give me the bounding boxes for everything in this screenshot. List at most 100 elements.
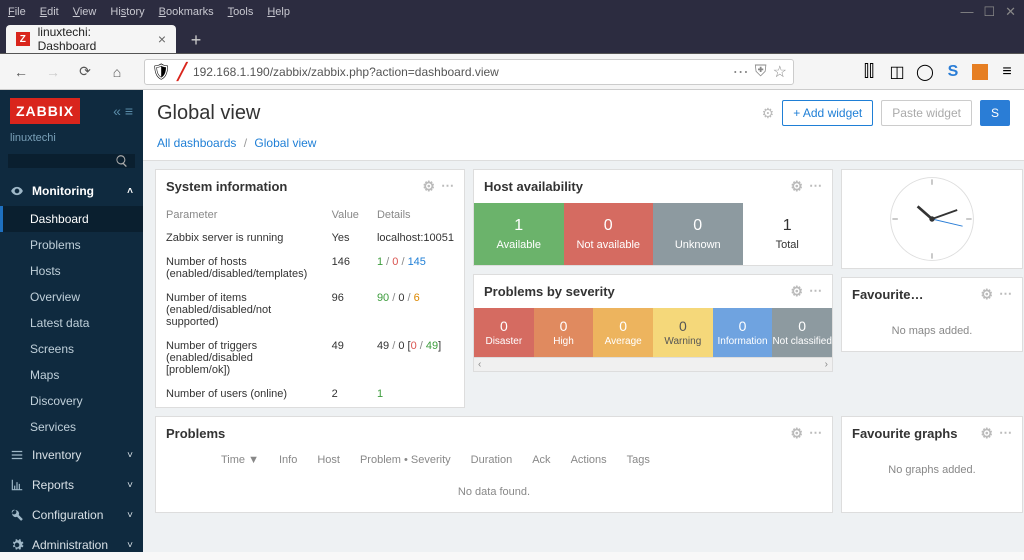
col-header[interactable]: Tags bbox=[627, 454, 650, 466]
col-header[interactable]: Duration bbox=[471, 454, 513, 466]
widget-gear-icon[interactable]: ⚙ bbox=[790, 425, 803, 442]
widget-problems: Problems ⚙ ⋯ Time ▼ Info Host Problem • Seve… bbox=[155, 416, 833, 513]
content: Global view ⚙ + Add widget Paste widget … bbox=[143, 90, 1024, 552]
sidebar-toggle-icon[interactable]: ◫ bbox=[888, 63, 906, 81]
widget-gear-icon[interactable]: ⚙ bbox=[790, 283, 803, 300]
dashboard-settings-icon[interactable]: ⚙ bbox=[762, 105, 775, 122]
reader-icon[interactable]: ⛨ bbox=[755, 63, 767, 81]
home-button[interactable]: ⌂ bbox=[104, 59, 130, 85]
search-icon bbox=[115, 154, 129, 168]
sidebar-section-configuration[interactable]: Configuration ˅ bbox=[0, 500, 143, 530]
sidebar-item-hosts[interactable]: Hosts bbox=[0, 258, 143, 284]
widget-problems-by-severity: Problems by severity ⚙⋯ 0Disaster0High0A… bbox=[473, 274, 833, 372]
menu-help[interactable]: Help bbox=[267, 6, 290, 18]
widget-more-icon[interactable]: ⋯ bbox=[809, 425, 822, 442]
table-row: Number of items (enabled/disabled/not su… bbox=[158, 287, 462, 333]
collapse-sidebar-icon[interactable]: « ≡ bbox=[113, 103, 133, 119]
account-icon[interactable]: ◯ bbox=[916, 63, 934, 81]
gear-icon bbox=[10, 538, 24, 552]
sidebar-item-services[interactable]: Services bbox=[0, 414, 143, 440]
sidebar-item-latest-data[interactable]: Latest data bbox=[0, 310, 143, 336]
widget-clock bbox=[841, 169, 1023, 269]
widget-title: Host availability bbox=[484, 179, 583, 194]
empty-text: No graphs added. bbox=[842, 450, 1022, 490]
sidebar-item-overview[interactable]: Overview bbox=[0, 284, 143, 310]
widget-gear-icon[interactable]: ⚙ bbox=[980, 425, 993, 442]
widget-title: Problems by severity bbox=[484, 284, 615, 299]
menu-history[interactable]: History bbox=[110, 6, 144, 18]
os-titlebar: File Edit View History Bookmarks Tools H… bbox=[0, 0, 1024, 24]
library-icon[interactable]: ⫿⫿ bbox=[860, 63, 878, 81]
page-title: Global view bbox=[157, 102, 260, 125]
sidebar-section-reports[interactable]: Reports ˅ bbox=[0, 470, 143, 500]
sidebar: ZABBIX « ≡ linuxtechi Monitoring ˄ Dashb… bbox=[0, 90, 143, 552]
ext1-icon[interactable]: S bbox=[944, 63, 962, 81]
col-header[interactable]: Actions bbox=[571, 454, 607, 466]
widget-title: Favourite… bbox=[852, 287, 924, 302]
search-input[interactable] bbox=[8, 154, 135, 168]
widget-more-icon[interactable]: ⋯ bbox=[999, 286, 1012, 303]
reload-button[interactable]: ⟳ bbox=[72, 59, 98, 85]
avail-cell: 1Available bbox=[474, 203, 564, 265]
breadcrumb: All dashboards / Global view bbox=[143, 130, 1024, 161]
minimize-icon[interactable]: — bbox=[960, 4, 973, 20]
widget-more-icon[interactable]: ⋯ bbox=[809, 283, 822, 300]
save-button[interactable]: S bbox=[980, 100, 1010, 126]
chevron-down-icon: ˅ bbox=[127, 540, 133, 551]
bookmark-icon[interactable]: ☆ bbox=[773, 62, 787, 82]
widget-title: Problems bbox=[166, 426, 225, 441]
back-button[interactable]: ← bbox=[8, 59, 34, 85]
ext2-icon[interactable] bbox=[972, 64, 988, 80]
widget-gear-icon[interactable]: ⚙ bbox=[790, 178, 803, 195]
severity-cell: 0Disaster bbox=[474, 308, 534, 357]
breadcrumb-current[interactable]: Global view bbox=[254, 136, 316, 150]
close-icon[interactable]: ✕ bbox=[1005, 4, 1016, 20]
sidebar-item-dashboard[interactable]: Dashboard bbox=[0, 206, 143, 232]
chevron-up-icon: ˄ bbox=[127, 186, 133, 197]
tab-title: linuxtechi: Dashboard bbox=[38, 25, 150, 53]
widget-more-icon[interactable]: ⋯ bbox=[999, 425, 1012, 442]
os-menu: File Edit View History Bookmarks Tools H… bbox=[8, 6, 290, 18]
sidebar-item-discovery[interactable]: Discovery bbox=[0, 388, 143, 414]
col-header[interactable]: Ack bbox=[532, 454, 550, 466]
sidebar-item-maps[interactable]: Maps bbox=[0, 362, 143, 388]
severity-cell: 0Information bbox=[713, 308, 773, 357]
maximize-icon[interactable]: ☐ bbox=[983, 4, 995, 20]
col-details: Details bbox=[369, 205, 462, 225]
menu-view[interactable]: View bbox=[73, 6, 97, 18]
table-row: Number of triggers (enabled/disabled [pr… bbox=[158, 335, 462, 381]
add-widget-button[interactable]: + Add widget bbox=[782, 100, 873, 126]
browser-tab[interactable]: Z linuxtechi: Dashboard × bbox=[6, 25, 176, 53]
widget-gear-icon[interactable]: ⚙ bbox=[422, 178, 435, 195]
breadcrumb-all[interactable]: All dashboards bbox=[157, 136, 236, 150]
paste-widget-button: Paste widget bbox=[881, 100, 972, 126]
col-header[interactable]: Host bbox=[317, 454, 340, 466]
sidebar-item-screens[interactable]: Screens bbox=[0, 336, 143, 362]
widget-system-info: System information ⚙⋯ ParameterValueDeta… bbox=[155, 169, 465, 408]
tab-close-icon[interactable]: × bbox=[158, 31, 166, 47]
sidebar-section-monitoring[interactable]: Monitoring ˄ bbox=[0, 176, 143, 206]
sidebar-section-inventory[interactable]: Inventory ˅ bbox=[0, 440, 143, 470]
col-header[interactable]: Problem • Severity bbox=[360, 454, 451, 466]
url-more-icon[interactable]: ⋯ bbox=[733, 62, 749, 82]
hamburger-icon[interactable]: ≡ bbox=[998, 63, 1016, 81]
menu-bookmarks[interactable]: Bookmarks bbox=[159, 6, 214, 18]
sidebar-section-administration[interactable]: Administration ˅ bbox=[0, 530, 143, 560]
widget-gear-icon[interactable]: ⚙ bbox=[980, 286, 993, 303]
browser-navbar: ← → ⟳ ⌂ 🛡 ╱ 192.168.1.190/zabbix/zabbix.… bbox=[0, 54, 1024, 90]
forward-button[interactable]: → bbox=[40, 59, 66, 85]
scroll-hint[interactable]: ‹› bbox=[474, 357, 832, 371]
url-bar[interactable]: 🛡 ╱ 192.168.1.190/zabbix/zabbix.php?acti… bbox=[144, 59, 794, 85]
menu-file[interactable]: File bbox=[8, 6, 26, 18]
col-header[interactable]: Time ▼ bbox=[221, 454, 259, 466]
menu-tools[interactable]: Tools bbox=[228, 6, 254, 18]
widget-more-icon[interactable]: ⋯ bbox=[809, 178, 822, 195]
list-icon bbox=[10, 448, 24, 462]
menu-edit[interactable]: Edit bbox=[40, 6, 59, 18]
shield-icon[interactable]: 🛡 bbox=[151, 62, 171, 82]
col-header[interactable]: Info bbox=[279, 454, 297, 466]
new-tab-button[interactable]: + bbox=[182, 27, 210, 53]
severity-cell: 0High bbox=[534, 308, 594, 357]
sidebar-item-problems[interactable]: Problems bbox=[0, 232, 143, 258]
widget-more-icon[interactable]: ⋯ bbox=[441, 178, 454, 195]
